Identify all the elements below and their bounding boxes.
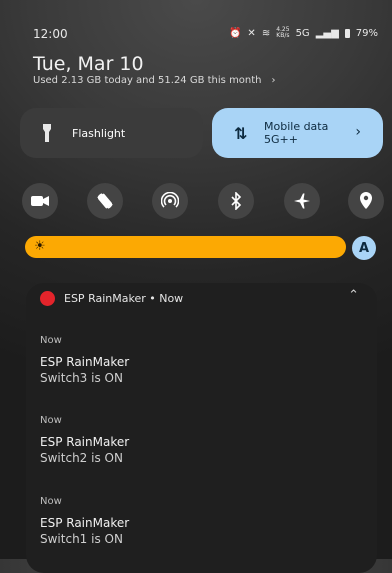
date-heading: Tue, Mar 10 (33, 53, 144, 75)
data-usage-text: Used 2.13 GB today and 51.24 GB this mon… (33, 75, 262, 86)
chevron-right-icon[interactable]: › (355, 124, 361, 140)
vibrate-off-icon: ✕ (247, 27, 256, 39)
signal-icon: ▂▄▆ (315, 27, 339, 39)
net-speed: 4.25 KB/s (276, 26, 290, 39)
flashlight-icon (43, 124, 51, 142)
brightness-slider[interactable]: ☀ (25, 236, 346, 258)
notification-title: ESP RainMaker (40, 355, 130, 369)
notification-item[interactable]: Now ESP RainMaker Switch3 is ON (40, 335, 360, 385)
app-name: ESP RainMaker • Now (64, 292, 184, 305)
notification-title: ESP RainMaker (40, 516, 130, 530)
notification-body: Switch1 is ON (40, 532, 123, 546)
data-usage-link[interactable]: Used 2.13 GB today and 51.24 GB this mon… (33, 75, 276, 86)
wifi-icon: ≋ (261, 27, 271, 39)
network-type: 5G (295, 27, 310, 39)
mobile-data-label-group: Mobile data 5G++ (264, 120, 328, 146)
notification-body: Switch2 is ON (40, 451, 123, 465)
flashlight-tile[interactable]: Flashlight (20, 108, 203, 158)
auto-brightness-button[interactable]: A (352, 236, 376, 260)
chevron-right-icon: › (271, 75, 276, 86)
bluetooth-icon (231, 192, 242, 210)
status-bar: 12:00 ⏰ ✕ ≋ 4.25 KB/s 5G ▂▄▆ 79% (0, 0, 392, 42)
chevron-up-icon[interactable]: ⌃ (348, 288, 359, 303)
notification-time: Now (40, 335, 62, 346)
notification-title: ESP RainMaker (40, 435, 130, 449)
clock: 12:00 (33, 27, 68, 41)
battery-icon (344, 28, 350, 38)
mobile-data-sublabel: 5G++ (264, 133, 298, 146)
mobile-data-icon: ⇅ (234, 124, 248, 143)
battery-percent: 79% (355, 27, 378, 39)
location-toggle[interactable] (348, 183, 384, 219)
location-icon (360, 192, 372, 209)
mobile-data-tile[interactable]: ⇅ Mobile data 5G++ › (212, 108, 383, 158)
notification-body: Switch3 is ON (40, 371, 123, 385)
camera-icon (31, 196, 49, 206)
sun-icon: ☀ (34, 239, 46, 254)
bluetooth-toggle[interactable] (218, 183, 254, 219)
auto-rotate-toggle[interactable] (87, 183, 123, 219)
app-cloud-icon (40, 291, 55, 306)
quick-toggle-row (22, 183, 384, 219)
flashlight-label: Flashlight (72, 127, 126, 140)
mobile-data-label: Mobile data (264, 120, 329, 133)
airplane-icon (294, 193, 310, 209)
hotspot-toggle[interactable] (152, 183, 188, 219)
notification-item[interactable]: Now ESP RainMaker Switch1 is ON (40, 496, 360, 546)
notification-group[interactable]: ESP RainMaker • Now ⌃ Now ESP RainMaker … (26, 283, 377, 573)
alarm-icon: ⏰ (228, 27, 242, 39)
notification-header[interactable]: ESP RainMaker • Now ⌃ (26, 283, 377, 315)
status-icons: ⏰ ✕ ≋ 4.25 KB/s 5G ▂▄▆ 79% (229, 27, 378, 39)
notification-time: Now (40, 415, 62, 426)
airplane-toggle[interactable] (284, 183, 320, 219)
hotspot-icon (161, 192, 179, 208)
notification-time: Now (40, 496, 62, 507)
auto-rotate-icon (97, 193, 113, 209)
camera-toggle[interactable] (22, 183, 58, 219)
notification-item[interactable]: Now ESP RainMaker Switch2 is ON (40, 415, 360, 465)
